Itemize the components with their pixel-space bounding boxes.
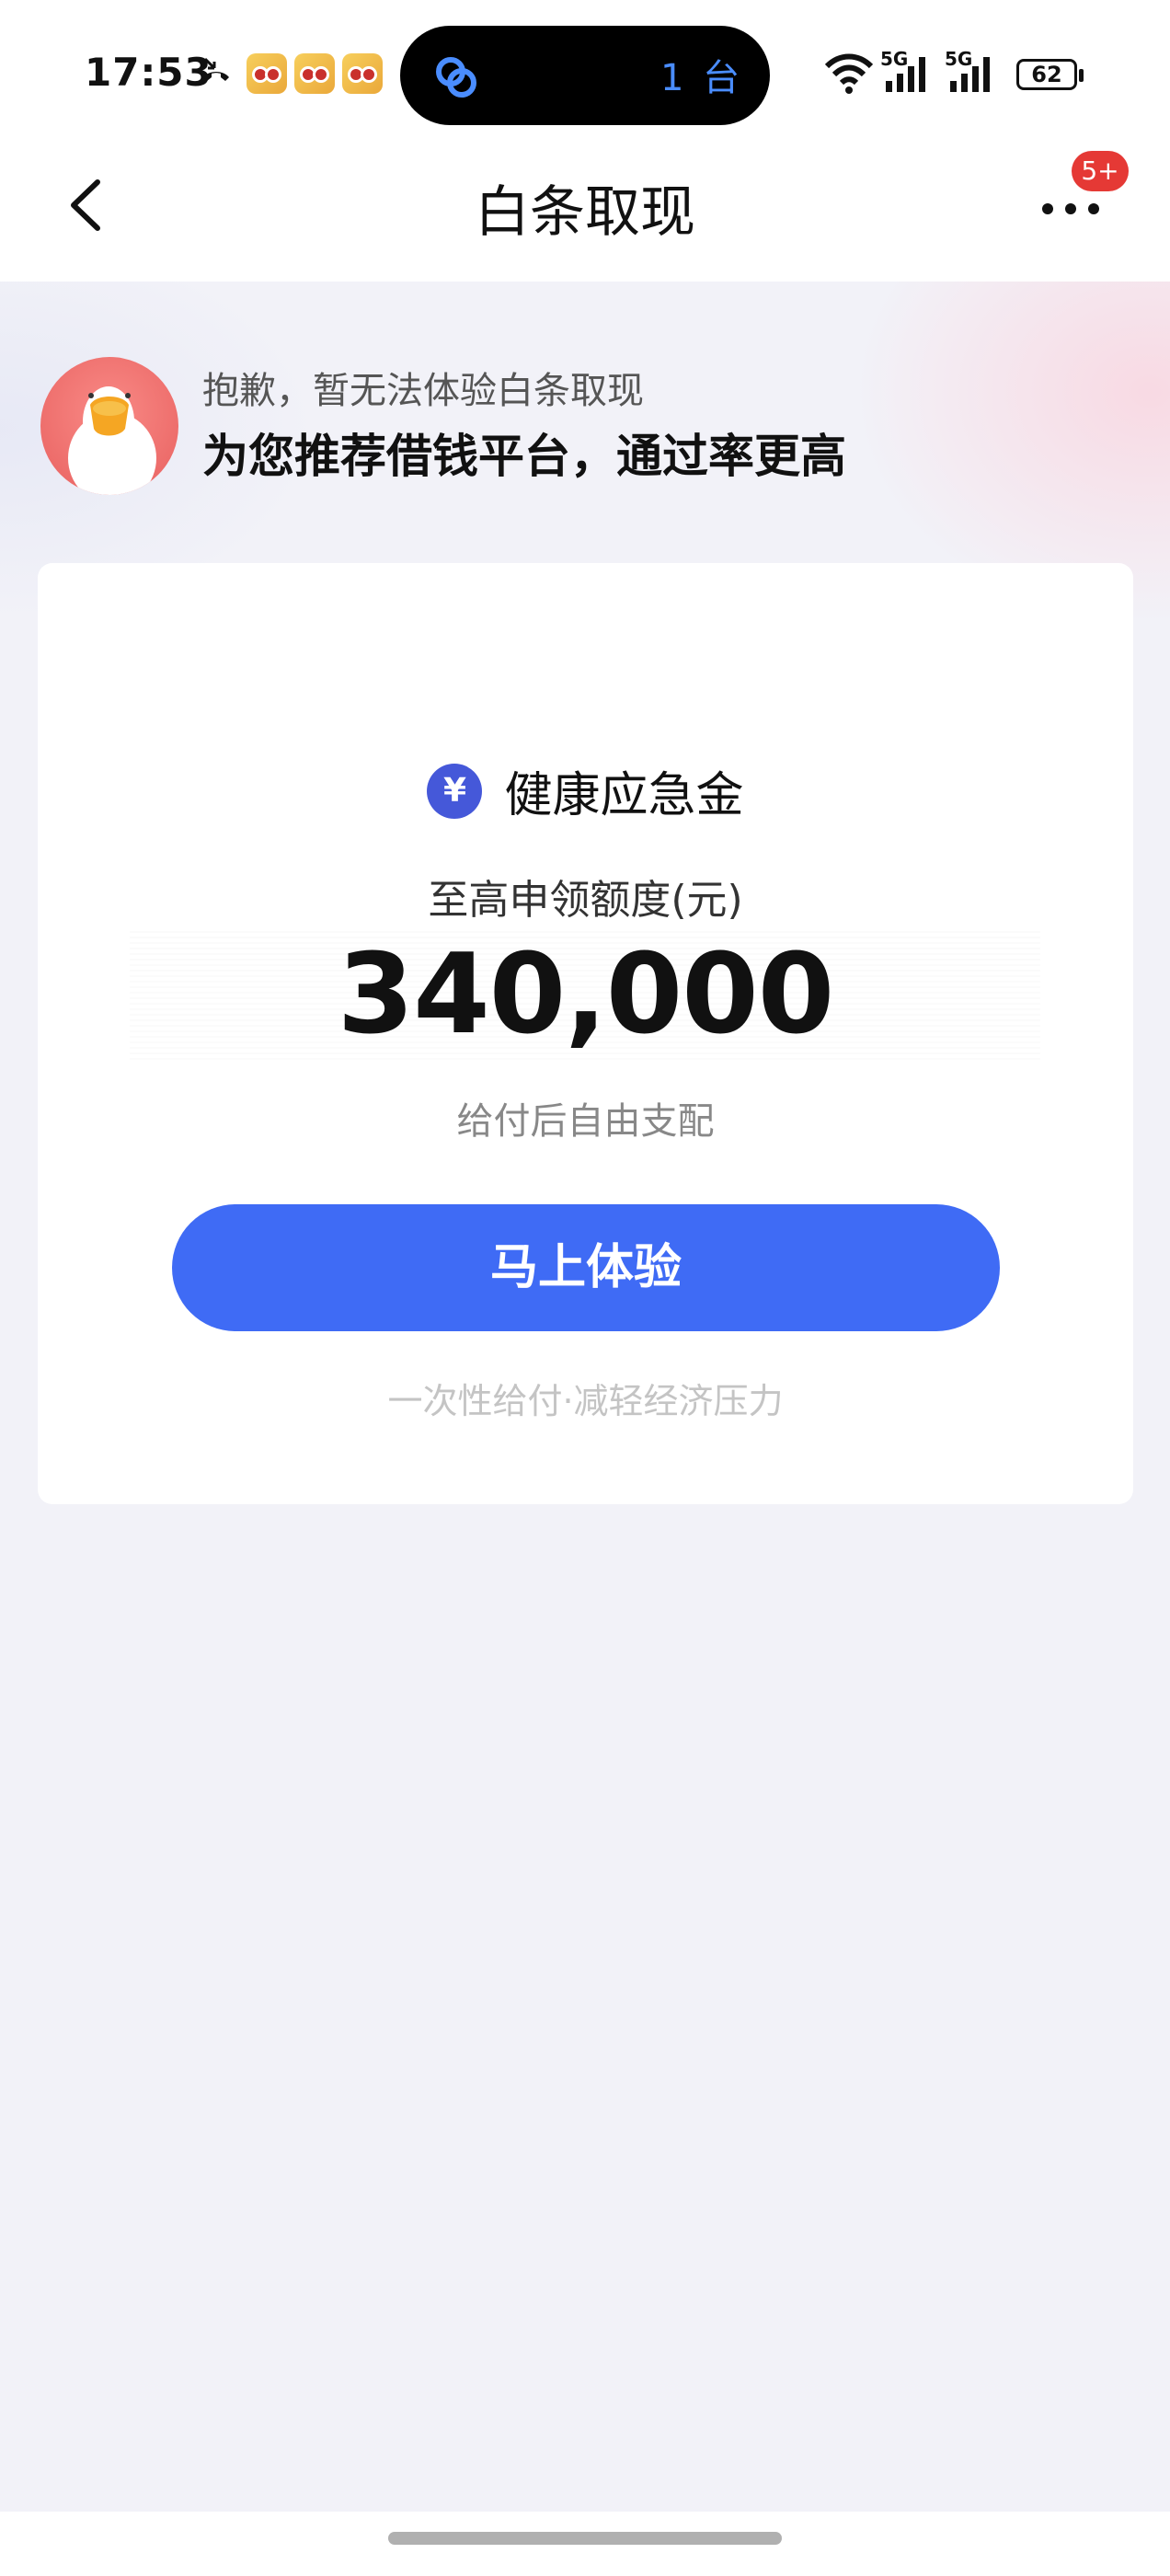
- home-indicator[interactable]: [388, 2532, 782, 2545]
- limit-label: 至高申领额度(元): [428, 877, 743, 924]
- credit-amount: 340,000: [337, 931, 835, 1059]
- link-icon: [436, 57, 476, 98]
- yuan-icon: ¥: [427, 763, 483, 819]
- cta-note: 一次性给付·减轻经济压力: [387, 1381, 784, 1421]
- page-title: 白条取现: [475, 180, 695, 245]
- notification-badge: 5+: [1072, 151, 1129, 191]
- nav-bar: 白条取现: [0, 138, 1170, 282]
- page: 17:53 1 台 5G 5G 62 白条取现 5+ 抱歉，暂无法体验白条取现 …: [0, 0, 1170, 2576]
- device-count: 1 台: [660, 57, 744, 99]
- app-notification-icon: [247, 53, 287, 94]
- more-icon: [1042, 203, 1099, 214]
- wifi-icon: [824, 53, 874, 94]
- missed-call-icon: [203, 57, 229, 81]
- network-type-label: 5G: [945, 48, 973, 70]
- main-content: 抱歉，暂无法体验白条取现 为您推荐借钱平台，通过率更高 ¥ 健康应急金 至高申领…: [0, 282, 1170, 2512]
- try-now-button[interactable]: 马上体验: [172, 1204, 1000, 1331]
- status-bar: 17:53 1 台 5G 5G 62: [0, 0, 1170, 138]
- product-card: ¥ 健康应急金 至高申领额度(元) 340,000 给付后自由支配 马上体验 一…: [38, 563, 1133, 1504]
- notice-title: 为您推荐借钱平台，通过率更高: [202, 430, 846, 483]
- app-notification-icon: [294, 53, 335, 94]
- network-type-label: 5G: [880, 48, 909, 70]
- product-name: 健康应急金: [504, 768, 744, 823]
- battery-indicator: 62: [1016, 59, 1084, 90]
- notice-subtitle: 抱歉，暂无法体验白条取现: [202, 370, 644, 412]
- app-notification-icon: [342, 53, 383, 94]
- status-time: 17:53: [85, 50, 212, 95]
- mascot-avatar: [40, 357, 178, 495]
- duck-mascot-icon: [68, 386, 156, 495]
- amount-note: 给付后自由支配: [456, 1100, 715, 1143]
- product-header: ¥ 健康应急金: [38, 756, 1133, 823]
